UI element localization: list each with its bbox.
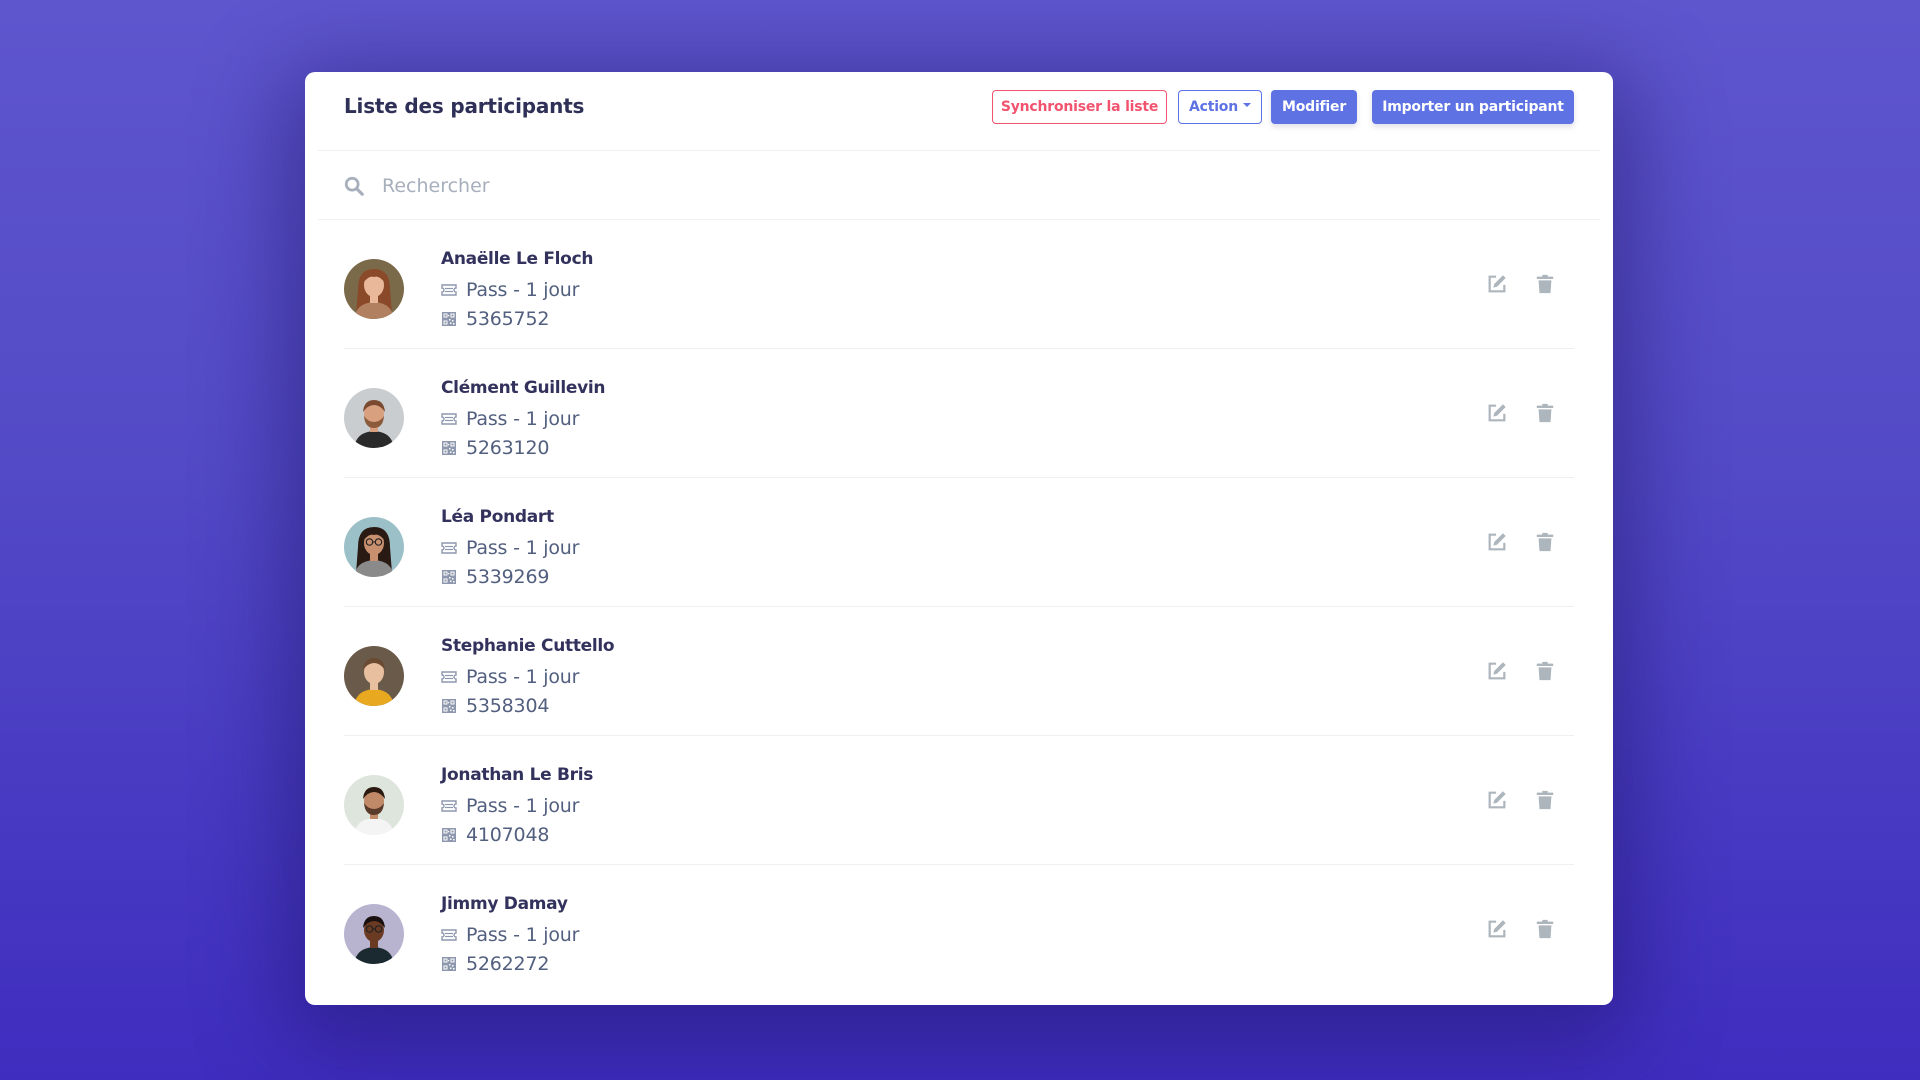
ticket-number: 4107048: [466, 823, 550, 846]
participant-row[interactable]: Anaëlle Le Floch Pass - 1 jour 5365752: [305, 220, 1613, 349]
qrcode-icon: [442, 311, 456, 326]
participant-pass: Pass - 1 jour: [441, 404, 605, 433]
participant-info: Clément Guillevin Pass - 1 jour 5263120: [441, 376, 606, 462]
participant-name: Jimmy Damay: [441, 894, 568, 914]
ticket-icon: [441, 928, 457, 941]
card-header: Liste des participants Synchroniser la l…: [305, 72, 1613, 150]
row-actions: [1486, 918, 1556, 940]
pass-label: Pass - 1 jour: [466, 923, 580, 946]
avatar: [344, 775, 404, 835]
participant-name: Jonathan Le Bris: [441, 765, 594, 785]
row-actions: [1486, 531, 1556, 553]
ticket-icon: [441, 541, 457, 554]
participant-ticket: 5263120: [441, 433, 605, 462]
participant-info: Anaëlle Le Floch Pass - 1 jour 5365752: [441, 247, 593, 333]
participant-name: Léa Pondart: [441, 507, 554, 527]
trash-icon[interactable]: [1534, 402, 1556, 424]
participant-ticket: 5262272: [441, 949, 579, 978]
avatar: [344, 517, 404, 577]
row-actions: [1486, 402, 1556, 424]
ticket-icon: [441, 283, 457, 296]
participant-row[interactable]: Stephanie Cuttello Pass - 1 jour 5358304: [305, 607, 1613, 736]
sync-list-button[interactable]: Synchroniser la liste: [992, 90, 1167, 124]
participant-info: Jonathan Le Bris Pass - 1 jour 4107048: [441, 763, 593, 849]
action-dropdown-button[interactable]: Action: [1178, 90, 1262, 124]
participant-pass: Pass - 1 jour: [441, 920, 579, 949]
edit-icon[interactable]: [1486, 273, 1508, 295]
ticket-icon: [441, 670, 457, 683]
participant-row[interactable]: Jonathan Le Bris Pass - 1 jour 4107048: [305, 736, 1613, 865]
participant-list: Anaëlle Le Floch Pass - 1 jour 5365752 C…: [305, 220, 1613, 994]
modify-button[interactable]: Modifier: [1271, 90, 1357, 124]
ticket-icon: [441, 799, 457, 812]
search-icon: [344, 176, 364, 196]
participant-pass: Pass - 1 jour: [441, 662, 614, 691]
participant-name: Stephanie Cuttello: [441, 636, 615, 656]
search-input[interactable]: [382, 169, 1182, 203]
edit-icon[interactable]: [1486, 402, 1508, 424]
ticket-number: 5365752: [466, 307, 550, 330]
pass-label: Pass - 1 jour: [466, 665, 580, 688]
edit-icon[interactable]: [1486, 660, 1508, 682]
row-actions: [1486, 660, 1556, 682]
participant-name: Anaëlle Le Floch: [441, 249, 594, 269]
trash-icon[interactable]: [1534, 789, 1556, 811]
ticket-number: 5339269: [466, 565, 550, 588]
ticket-number: 5263120: [466, 436, 550, 459]
avatar: [344, 388, 404, 448]
participant-pass: Pass - 1 jour: [441, 791, 593, 820]
qrcode-icon: [442, 827, 456, 842]
action-button-label: Action: [1188, 99, 1238, 115]
ticket-number: 5358304: [466, 694, 550, 717]
participant-pass: Pass - 1 jour: [441, 533, 579, 562]
pass-label: Pass - 1 jour: [466, 794, 580, 817]
participants-card: Liste des participants Synchroniser la l…: [305, 72, 1613, 1005]
edit-icon[interactable]: [1486, 531, 1508, 553]
participant-info: Jimmy Damay Pass - 1 jour 5262272: [441, 892, 579, 978]
ticket-number: 5262272: [466, 952, 550, 975]
participant-ticket: 4107048: [441, 820, 593, 849]
participant-ticket: 5365752: [441, 304, 593, 333]
participant-pass: Pass - 1 jour: [441, 275, 593, 304]
edit-icon[interactable]: [1486, 789, 1508, 811]
row-actions: [1486, 273, 1556, 295]
participant-row[interactable]: Léa Pondart Pass - 1 jour 5339269: [305, 478, 1613, 607]
trash-icon[interactable]: [1534, 660, 1556, 682]
search-bar: [305, 151, 1613, 219]
page-title: Liste des participants: [344, 94, 585, 118]
pass-label: Pass - 1 jour: [466, 407, 580, 430]
participant-ticket: 5339269: [441, 562, 579, 591]
qrcode-icon: [442, 698, 456, 713]
trash-icon[interactable]: [1534, 273, 1556, 295]
qrcode-icon: [442, 569, 456, 584]
participant-row[interactable]: Jimmy Damay Pass - 1 jour 5262272: [305, 865, 1613, 994]
import-participant-button[interactable]: Importer un participant: [1372, 90, 1574, 124]
participant-info: Léa Pondart Pass - 1 jour 5339269: [441, 505, 579, 591]
row-actions: [1486, 789, 1556, 811]
qrcode-icon: [442, 440, 456, 455]
avatar: [344, 904, 404, 964]
ticket-icon: [441, 412, 457, 425]
pass-label: Pass - 1 jour: [466, 278, 580, 301]
participant-ticket: 5358304: [441, 691, 614, 720]
caret-down-icon: [1243, 103, 1251, 107]
avatar: [344, 259, 404, 319]
trash-icon[interactable]: [1534, 918, 1556, 940]
avatar: [344, 646, 404, 706]
pass-label: Pass - 1 jour: [466, 536, 580, 559]
participant-row[interactable]: Clément Guillevin Pass - 1 jour 5263120: [305, 349, 1613, 478]
participant-name: Clément Guillevin: [441, 378, 606, 398]
edit-icon[interactable]: [1486, 918, 1508, 940]
qrcode-icon: [442, 956, 456, 971]
participant-info: Stephanie Cuttello Pass - 1 jour 5358304: [441, 634, 615, 720]
trash-icon[interactable]: [1534, 531, 1556, 553]
